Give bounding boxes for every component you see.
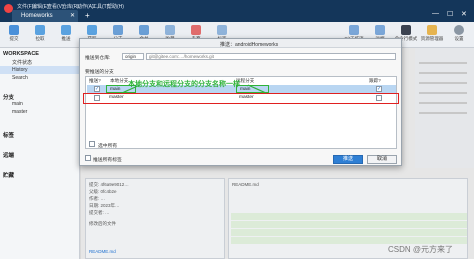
diff-added-line — [231, 237, 467, 244]
history-row — [419, 102, 467, 104]
commit-committer: 提交者: … — [89, 210, 110, 215]
merge-icon — [139, 25, 149, 35]
branches-heading[interactable]: 分支 — [3, 93, 14, 101]
branches-to-push-label: 要推送的分支 — [85, 70, 114, 75]
discard-icon — [191, 25, 201, 35]
commit-date: 日期: 2023年… — [89, 203, 120, 208]
terminal-icon — [401, 25, 411, 35]
cancel-button[interactable]: 取消 — [367, 155, 397, 164]
sidebar-item-file-status[interactable]: 文件状态 — [12, 59, 32, 66]
menu-help[interactable]: 帮助(H) — [107, 3, 124, 10]
remotes-heading[interactable]: 远端 — [3, 151, 14, 159]
tab-add-icon[interactable]: + — [85, 11, 90, 20]
diff-added-line — [231, 229, 467, 236]
minimize-icon[interactable]: — — [432, 10, 439, 17]
history-row — [419, 82, 467, 84]
history-row — [419, 72, 467, 74]
diff-added-line — [231, 213, 467, 220]
dialog-title-bar: 推送：androidHomeworks — [80, 39, 401, 48]
close-window-icon[interactable]: ✕ — [461, 10, 467, 18]
select-all-label: 选中所有 — [98, 144, 118, 149]
col-push-header: 推送? — [89, 78, 101, 83]
sidebar-item-history[interactable]: History — [12, 67, 28, 73]
maximize-icon[interactable]: ☐ — [447, 10, 453, 18]
history-row — [419, 62, 467, 64]
annotation-text: 本地分支和远程分支的分支名称一样 — [128, 81, 240, 88]
push-tags-checkbox[interactable] — [85, 155, 91, 161]
push-checkbox-main[interactable]: ✓ — [94, 86, 100, 92]
commit-button[interactable]: 提交 — [2, 24, 26, 46]
git-flow-icon — [349, 25, 359, 35]
commit-icon — [9, 25, 19, 35]
history-row — [419, 112, 467, 114]
title-bar: 文件(F) 编辑(E) 查看(V) 仓库(R) 动作(A) 工具(T) 帮助(H… — [0, 0, 474, 22]
workspace-heading: WORKSPACE — [3, 51, 39, 57]
push-to-label: 推送到仓库: — [85, 56, 111, 61]
stash-heading[interactable]: 贮藏 — [3, 171, 14, 179]
globe-icon — [375, 25, 385, 35]
push-tags-label: 推送所有标签 — [93, 158, 122, 163]
push-button[interactable]: 推送 — [54, 24, 78, 46]
commit-hash: 提交: 4f6a9e9012… — [89, 182, 129, 187]
sidebar-item-search[interactable]: Search — [12, 75, 28, 81]
stash-icon — [165, 25, 175, 35]
col-track-header: 跟踪? — [369, 78, 381, 83]
diff-file-name: README.md — [232, 182, 259, 187]
sidebar: WORKSPACE 文件状态 History Search 分支 main ma… — [0, 48, 80, 259]
local-branch-main: main — [110, 87, 121, 92]
folder-icon — [427, 25, 437, 35]
repo-tab-label: Homeworks — [21, 13, 53, 19]
repo-tab[interactable]: Homeworks — [12, 10, 78, 22]
diff-added-line — [231, 221, 467, 228]
pull-icon — [35, 25, 45, 35]
commit-author: 作者: … — [89, 196, 106, 201]
history-row — [419, 92, 467, 94]
sidebar-branch-main[interactable]: main — [12, 101, 23, 107]
branch-icon — [113, 25, 123, 35]
changed-file-item[interactable]: README.md — [89, 249, 116, 254]
pull-button[interactable]: 拉取 — [28, 24, 52, 46]
dialog-title: 推送：androidHomeworks — [220, 41, 279, 48]
select-all-checkbox[interactable] — [89, 141, 95, 147]
tab-close-icon[interactable]: ✕ — [70, 12, 75, 19]
watermark: CSDN @元方来了 — [388, 245, 454, 254]
menu-file[interactable]: 文件(F) — [17, 3, 33, 10]
commit-parent: 父级: 0fc4b2e — [89, 189, 117, 194]
sidebar-branch-master[interactable]: master — [12, 109, 27, 115]
explorer-button[interactable]: 资源管理器 — [420, 24, 444, 46]
settings-button[interactable]: 设置 — [447, 24, 471, 46]
track-checkbox-main[interactable]: ✓ — [376, 86, 382, 92]
tags-heading[interactable]: 标签 — [3, 131, 14, 139]
push-confirm-button[interactable]: 推送 — [333, 155, 363, 164]
remote-select[interactable]: origin — [122, 53, 144, 60]
push-dialog: 推送：androidHomeworks 推送到仓库: origin git@gi… — [79, 38, 402, 166]
tag-icon — [217, 25, 227, 35]
menu-tools[interactable]: 工具(T) — [92, 3, 108, 10]
commit-message: 修改后的文件 — [89, 221, 116, 226]
push-icon — [61, 25, 71, 35]
commit-details-panel: 提交: 4f6a9e9012… 父级: 0fc4b2e 作者: … 日期: 20… — [85, 178, 225, 259]
commit-author-column — [415, 48, 474, 168]
fetch-icon — [87, 25, 97, 35]
gear-icon — [454, 25, 464, 35]
remote-url-field: git@gitee.com:…/homeworks.git — [146, 53, 396, 60]
